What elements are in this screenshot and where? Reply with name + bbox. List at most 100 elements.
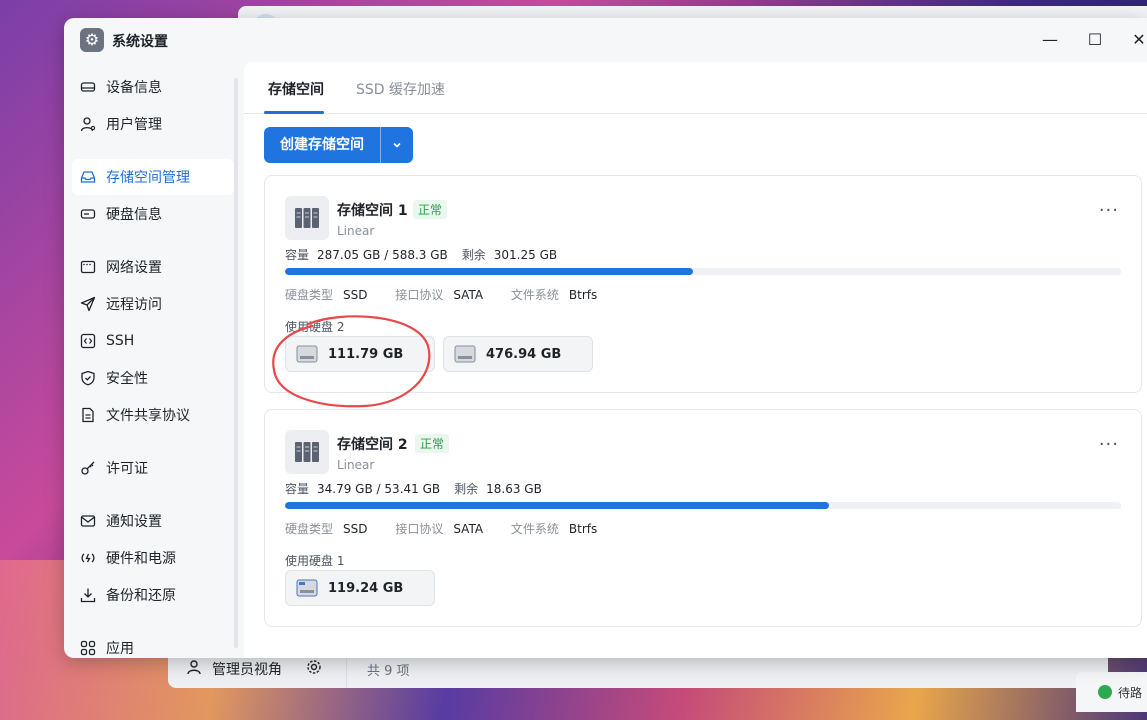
sidebar-item-file-sharing[interactable]: 文件共享协议 <box>72 397 234 433</box>
sidebar-item-label: 设备信息 <box>106 80 162 96</box>
interface-label: 接口协议 <box>395 288 444 302</box>
sidebar-item-label: 硬件和电源 <box>106 551 176 567</box>
sidebar-item-label: 远程访问 <box>106 297 162 313</box>
sidebar-item-label: 安全性 <box>106 371 148 387</box>
disk-capacity: 119.24 GB <box>328 580 404 596</box>
check-icon <box>1098 685 1112 699</box>
total-value: 588.3 GB <box>392 248 448 262</box>
ssd-icon <box>454 345 476 363</box>
sidebar-scrollbar[interactable] <box>234 78 238 648</box>
interface-label: 接口协议 <box>395 522 444 536</box>
item-count: 共 9 项 <box>367 663 410 679</box>
used-separator: / <box>384 248 389 262</box>
main-content: 存储空间 SSD 缓存加速 创建存储空间 存储空间 1 正常 Linear ··… <box>244 62 1147 658</box>
more-options-icon[interactable]: ··· <box>1099 436 1119 454</box>
storage-pool-card: 存储空间 1 正常 Linear ··· 容量 287.05 GB / 588.3… <box>264 175 1142 393</box>
file-icon <box>80 407 96 423</box>
pool-properties: 硬盘类型 SSD 接口协议 SATA 文件系统 Btrfs <box>285 286 621 303</box>
sidebar-item-network[interactable]: 网络设置 <box>72 249 234 285</box>
sidebar-item-label: 备份和还原 <box>106 588 176 604</box>
capacity-summary: 容量 34.79 GB / 53.41 GB 剩余 18.63 GB <box>285 480 542 497</box>
remaining-label: 剩余 <box>461 248 486 262</box>
power-icon <box>80 550 96 566</box>
sidebar-item-storage[interactable]: 存储空间管理 <box>72 159 234 195</box>
server-rack-icon <box>285 196 329 240</box>
tab-ssd-cache[interactable]: SSD 缓存加速 <box>356 79 445 99</box>
disk-capacity: 111.79 GB <box>328 346 404 362</box>
inbox-icon <box>80 169 96 185</box>
more-options-icon[interactable]: ··· <box>1099 202 1119 220</box>
sidebar-item-label: 应用 <box>106 641 134 657</box>
sidebar-item-disk-info[interactable]: 硬盘信息 <box>72 196 234 232</box>
storage-pool-card: 存储空间 2 正常 Linear ··· 容量 34.79 GB / 53.41 … <box>264 409 1142 627</box>
chevron-down-icon[interactable] <box>381 127 413 163</box>
key-icon <box>80 460 96 476</box>
title-bar[interactable]: ⚙ 系统设置 — ☐ ✕ <box>64 18 1147 62</box>
ssd-icon <box>296 579 318 597</box>
disk-capacity: 476.94 GB <box>486 346 562 362</box>
server-rack-icon <box>285 430 329 474</box>
status-badge: 正常 <box>413 200 448 219</box>
raid-type: Linear <box>337 458 375 472</box>
remaining-label: 剩余 <box>454 482 479 496</box>
usage-bar <box>285 502 1121 509</box>
admin-view-label[interactable]: 管理员视角 <box>212 659 282 679</box>
sidebar-item-users[interactable]: 用户管理 <box>72 106 234 142</box>
admin-view-icon[interactable] <box>186 659 202 679</box>
sidebar-item-device-info[interactable]: 设备信息 <box>72 69 234 105</box>
filesystem-value: Btrfs <box>568 522 598 536</box>
used-value: 34.79 GB <box>317 482 373 496</box>
disk-type-value: SSD <box>343 522 368 536</box>
active-tab-indicator <box>264 111 324 114</box>
sidebar-item-hardware-power[interactable]: 硬件和电源 <box>72 540 234 576</box>
hdd-icon <box>80 79 96 95</box>
gear-icon[interactable] <box>306 659 322 679</box>
usage-bar-fill <box>285 268 693 275</box>
minimize-button[interactable]: — <box>1038 28 1062 52</box>
sidebar-item-remote-access[interactable]: 远程访问 <box>72 286 234 322</box>
sidebar-item-security[interactable]: 安全性 <box>72 360 234 396</box>
interface-value: SATA <box>453 522 484 536</box>
disks-used-label: 使用硬盘 1 <box>285 554 345 568</box>
sidebar-item-notifications[interactable]: 通知设置 <box>72 503 234 539</box>
sidebar-item-ssh[interactable]: SSH <box>72 323 234 359</box>
create-storage-button[interactable]: 创建存储空间 <box>264 127 380 163</box>
code-icon <box>80 333 96 349</box>
disk-type-value: SSD <box>343 288 368 302</box>
sidebar-item-label: SSH <box>106 333 135 349</box>
window-title: 系统设置 <box>112 34 168 50</box>
sidebar-item-license[interactable]: 许可证 <box>72 450 234 486</box>
close-button[interactable]: ✕ <box>1127 28 1147 52</box>
capacity-label: 容量 <box>285 482 310 496</box>
sidebar-item-label: 硬盘信息 <box>106 207 162 223</box>
disk-icon <box>80 206 96 222</box>
disk-chip[interactable]: 111.79 GB <box>285 336 435 372</box>
settings-window: ⚙ 系统设置 — ☐ ✕ 设备信息 用户管理 存储空间管理 硬盘信息 网络设置 <box>64 18 1147 658</box>
remaining-value: 301.25 GB <box>493 248 558 262</box>
sidebar: 设备信息 用户管理 存储空间管理 硬盘信息 网络设置 远程访问 SSH 安全性 <box>64 62 242 658</box>
filesystem-value: Btrfs <box>568 288 598 302</box>
maximize-button[interactable]: ☐ <box>1083 28 1107 52</box>
capacity-summary: 容量 287.05 GB / 588.3 GB 剩余 301.25 GB <box>285 246 557 263</box>
pool-properties: 硬盘类型 SSD 接口协议 SATA 文件系统 Btrfs <box>285 520 621 537</box>
capacity-label: 容量 <box>285 248 310 262</box>
disk-chip[interactable]: 119.24 GB <box>285 570 435 606</box>
corner-notification-text: 待路 <box>1118 685 1143 700</box>
sidebar-item-backup-restore[interactable]: 备份和还原 <box>72 577 234 613</box>
disk-type-label: 硬盘类型 <box>285 522 334 536</box>
sidebar-item-apps[interactable]: 应用 <box>72 630 234 658</box>
used-value: 287.05 GB <box>317 248 381 262</box>
pool-name: 存储空间 1 <box>337 203 408 219</box>
sidebar-item-label: 许可证 <box>106 461 148 477</box>
raid-type: Linear <box>337 224 375 238</box>
settings-gear-icon: ⚙ <box>80 28 104 52</box>
apps-icon <box>80 640 96 656</box>
tab-storage[interactable]: 存储空间 <box>268 79 324 99</box>
download-icon <box>80 587 96 603</box>
disk-chip[interactable]: 476.94 GB <box>443 336 593 372</box>
total-value: 53.41 GB <box>384 482 441 496</box>
shield-icon <box>80 370 96 386</box>
sidebar-item-label: 通知设置 <box>106 514 162 530</box>
corner-notification[interactable]: 待路 <box>1076 672 1147 712</box>
sidebar-item-label: 网络设置 <box>106 260 162 276</box>
